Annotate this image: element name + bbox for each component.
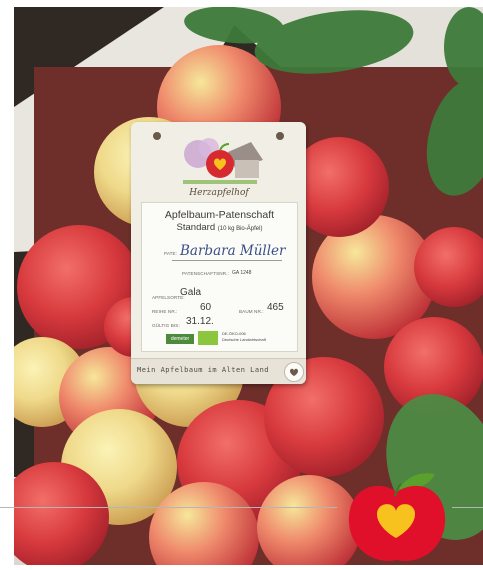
sorte-value: Gala xyxy=(180,287,202,298)
pate-name: Barbara Müller xyxy=(180,243,286,259)
heart-icon xyxy=(284,362,304,382)
tree-sponsorship-tag: Herzapfelhof Apfelbaum-Patenschaft Stand… xyxy=(131,122,306,384)
patenschaft-label: PATENSCHAFTSNR.: xyxy=(182,271,229,276)
reihe-value: 60 xyxy=(200,302,212,313)
eco-code: DE-ÖKO-006 xyxy=(222,331,246,336)
separator-line-left xyxy=(0,507,337,508)
pate-underline xyxy=(172,260,282,261)
tag-footer-text: Mein Apfelbaum im Alten Land xyxy=(137,366,270,374)
tag-title: Apfelbaum-Patenschaft xyxy=(164,209,275,221)
logo-text: Herzapfelhof xyxy=(189,188,249,198)
gueltig-value: 31.12. xyxy=(186,316,214,327)
tag-subtitle-note: (10 kg Bio-Äpfel) xyxy=(217,226,263,232)
baum-value: 465 xyxy=(267,302,284,313)
herzapfelhof-logo: Herzapfelhof xyxy=(173,134,265,204)
tag-subtitle-main: Standard xyxy=(176,222,216,233)
separator-line-right xyxy=(452,507,483,508)
eu-organic-icon xyxy=(198,331,218,345)
apple-heart-badge-icon[interactable] xyxy=(347,468,447,565)
patenschaft-value: GA 1248 xyxy=(232,270,252,276)
demeter-label: demeter xyxy=(170,336,190,342)
tag-subtitle: Standard (10 kg Bio-Äpfel) xyxy=(142,222,297,233)
demeter-badge: demeter xyxy=(166,334,194,344)
apple-logo-icon xyxy=(183,138,263,184)
pate-label: PATE: xyxy=(164,251,178,256)
tag-hole-left xyxy=(153,132,161,140)
eco-note: Deutsche Landwirtschaft xyxy=(222,337,266,342)
gueltig-label: GÜLTIG BIS: xyxy=(152,323,180,328)
tag-hole-right xyxy=(276,132,284,140)
baum-label: BAUM NR.: xyxy=(239,309,264,314)
reihe-label: REIHE NR.: xyxy=(152,309,178,314)
tag-info-panel: Apfelbaum-Patenschaft Standard (10 kg Bi… xyxy=(141,202,298,352)
